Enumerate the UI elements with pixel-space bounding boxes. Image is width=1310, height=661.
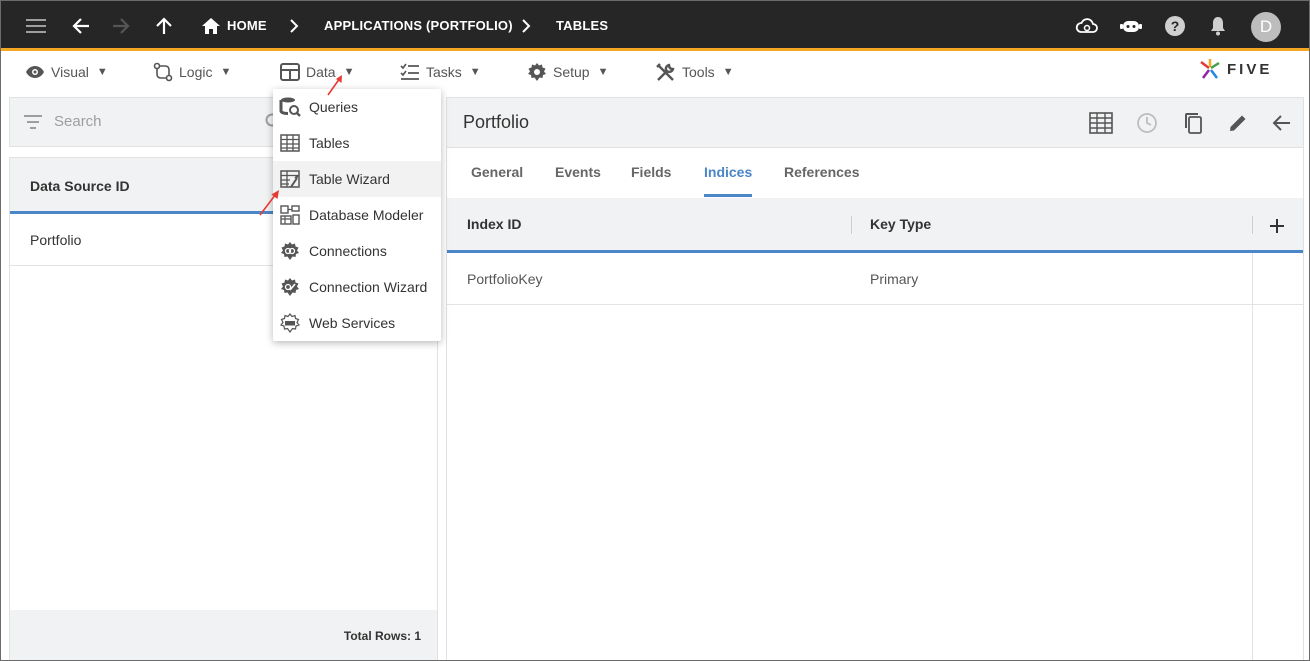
five-logo-mark-icon [1200,59,1220,79]
menu-logic-label: Logic [179,64,213,80]
menu-logic[interactable]: Logic ▼ [153,54,231,90]
menu-item-label: Connection Wizard [309,279,428,295]
list-item-label: Portfolio [30,232,82,248]
indices-grid-header: Index ID Key Type [447,198,1303,253]
menu-tasks-caret: ▼ [469,66,481,78]
menu-setup-caret: ▼ [597,66,609,78]
help-icon[interactable]: ? [1163,14,1187,38]
tools-icon [656,62,675,81]
filter-icon[interactable] [24,115,42,129]
annotation-arrow-data-menu [327,75,342,96]
add-index-plus-icon[interactable] [1267,216,1287,236]
table-view-icon[interactable] [1088,110,1114,136]
menu-item-queries[interactable]: Queries [273,89,441,125]
top-bar: HOME APPLICATIONS (PORTFOLIO) TABLES ? D [1,1,1309,51]
back-arrow-icon[interactable] [69,14,93,38]
svg-text:?: ? [1171,18,1180,34]
menu-item-label: Tables [309,135,350,151]
menu-item-label: Connections [309,243,387,259]
tab-indices[interactable]: Indices [704,164,752,180]
menu-logic-caret: ▼ [220,66,232,78]
menu-item-web-services[interactable]: Web Services [273,305,441,341]
cell-index-id: PortfolioKey [467,271,543,287]
forward-arrow-icon[interactable] [109,14,133,38]
tab-general[interactable]: General [471,164,523,180]
column-header-key-type[interactable]: Key Type [870,216,931,232]
menu-item-table-wizard[interactable]: Table Wizard [273,161,441,197]
app-window: HOME APPLICATIONS (PORTFOLIO) TABLES ? D… [0,0,1310,661]
menu-item-label: Queries [309,99,359,115]
menu-visual[interactable]: Visual ▼ [25,54,108,90]
menu-tasks-label: Tasks [426,64,462,80]
data-dropdown-menu: Queries Tables Table Wizard Database Mod… [273,89,441,341]
list-footer: Total Rows: 1 [10,610,437,660]
record-detail-panel: Portfolio General Events Fields Indices … [446,97,1304,660]
tables-icon [279,132,301,154]
active-tab-indicator [704,194,752,197]
cell-key-type: Primary [870,271,919,287]
tab-references[interactable]: References [784,164,860,180]
chatbot-icon[interactable] [1119,14,1143,38]
table-row[interactable]: PortfolioKey Primary [447,253,1303,305]
column-header-index-id[interactable]: Index ID [467,216,521,232]
total-rows-label: Total Rows: 1 [343,629,421,643]
connection-wizard-icon [279,276,301,298]
notifications-bell-icon[interactable] [1206,14,1230,38]
breadcrumb-chevron-icon [282,14,306,38]
copy-icon[interactable] [1180,110,1206,136]
home-icon[interactable] [199,14,223,38]
menu-item-connection-wizard[interactable]: Connection Wizard [273,269,441,305]
menu-visual-caret: ▼ [96,66,108,78]
breadcrumb-home[interactable]: HOME [227,18,267,33]
menu-item-database-modeler[interactable]: Database Modeler [273,197,441,233]
main-menu-bar: Visual ▼ Logic ▼ Data ▼ Tasks ▼ Setup ▼ … [1,54,1309,90]
record-tabs: General Events Fields Indices References [447,148,1303,198]
search-input[interactable]: Search [54,113,102,130]
record-header: Portfolio [447,98,1303,148]
breadcrumb-applications[interactable]: APPLICATIONS (PORTFOLIO) [324,18,513,33]
logic-icon [153,62,173,82]
menu-tools-label: Tools [682,64,715,80]
menu-visual-label: Visual [51,64,89,80]
hamburger-menu-icon[interactable] [25,14,49,38]
menu-setup-label: Setup [553,64,590,80]
menu-item-label: Web Services [309,315,396,331]
column-header-data-source-id: Data Source ID [30,178,130,194]
record-title: Portfolio [463,112,530,132]
column-resize-handle[interactable] [1252,216,1253,234]
menu-tools[interactable]: Tools ▼ [655,54,734,90]
tab-events[interactable]: Events [555,164,601,180]
breadcrumb-chevron-icon [514,14,538,38]
eye-icon [26,66,44,78]
history-clock-icon[interactable] [1134,110,1160,136]
queries-icon [279,96,301,118]
menu-item-tables[interactable]: Tables [273,125,441,161]
gear-icon [528,63,546,81]
close-panel-arrow-icon[interactable] [1269,110,1295,136]
five-logo: FIVE [1199,58,1272,80]
connections-icon [279,240,301,262]
annotation-arrow-table-wizard [259,190,279,216]
tab-fields[interactable]: Fields [631,164,671,180]
up-arrow-icon[interactable] [152,14,176,38]
menu-item-label: Table Wizard [309,171,390,187]
grid-column-divider [1252,253,1253,660]
checklist-icon [400,63,419,80]
user-avatar[interactable]: D [1251,12,1281,42]
table-grid-icon [280,63,300,81]
web-services-icon [279,312,301,334]
breadcrumb-tables[interactable]: TABLES [556,18,608,33]
menu-setup[interactable]: Setup ▼ [527,54,608,90]
menu-item-label: Database Modeler [309,207,424,223]
menu-tasks[interactable]: Tasks ▼ [400,54,481,90]
menu-item-connections[interactable]: Connections [273,233,441,269]
edit-pencil-icon[interactable] [1225,110,1251,136]
menu-tools-caret: ▼ [722,66,734,78]
cloud-sync-icon[interactable] [1075,14,1099,38]
five-logo-text: FIVE [1227,60,1273,78]
column-resize-handle[interactable] [851,216,852,234]
